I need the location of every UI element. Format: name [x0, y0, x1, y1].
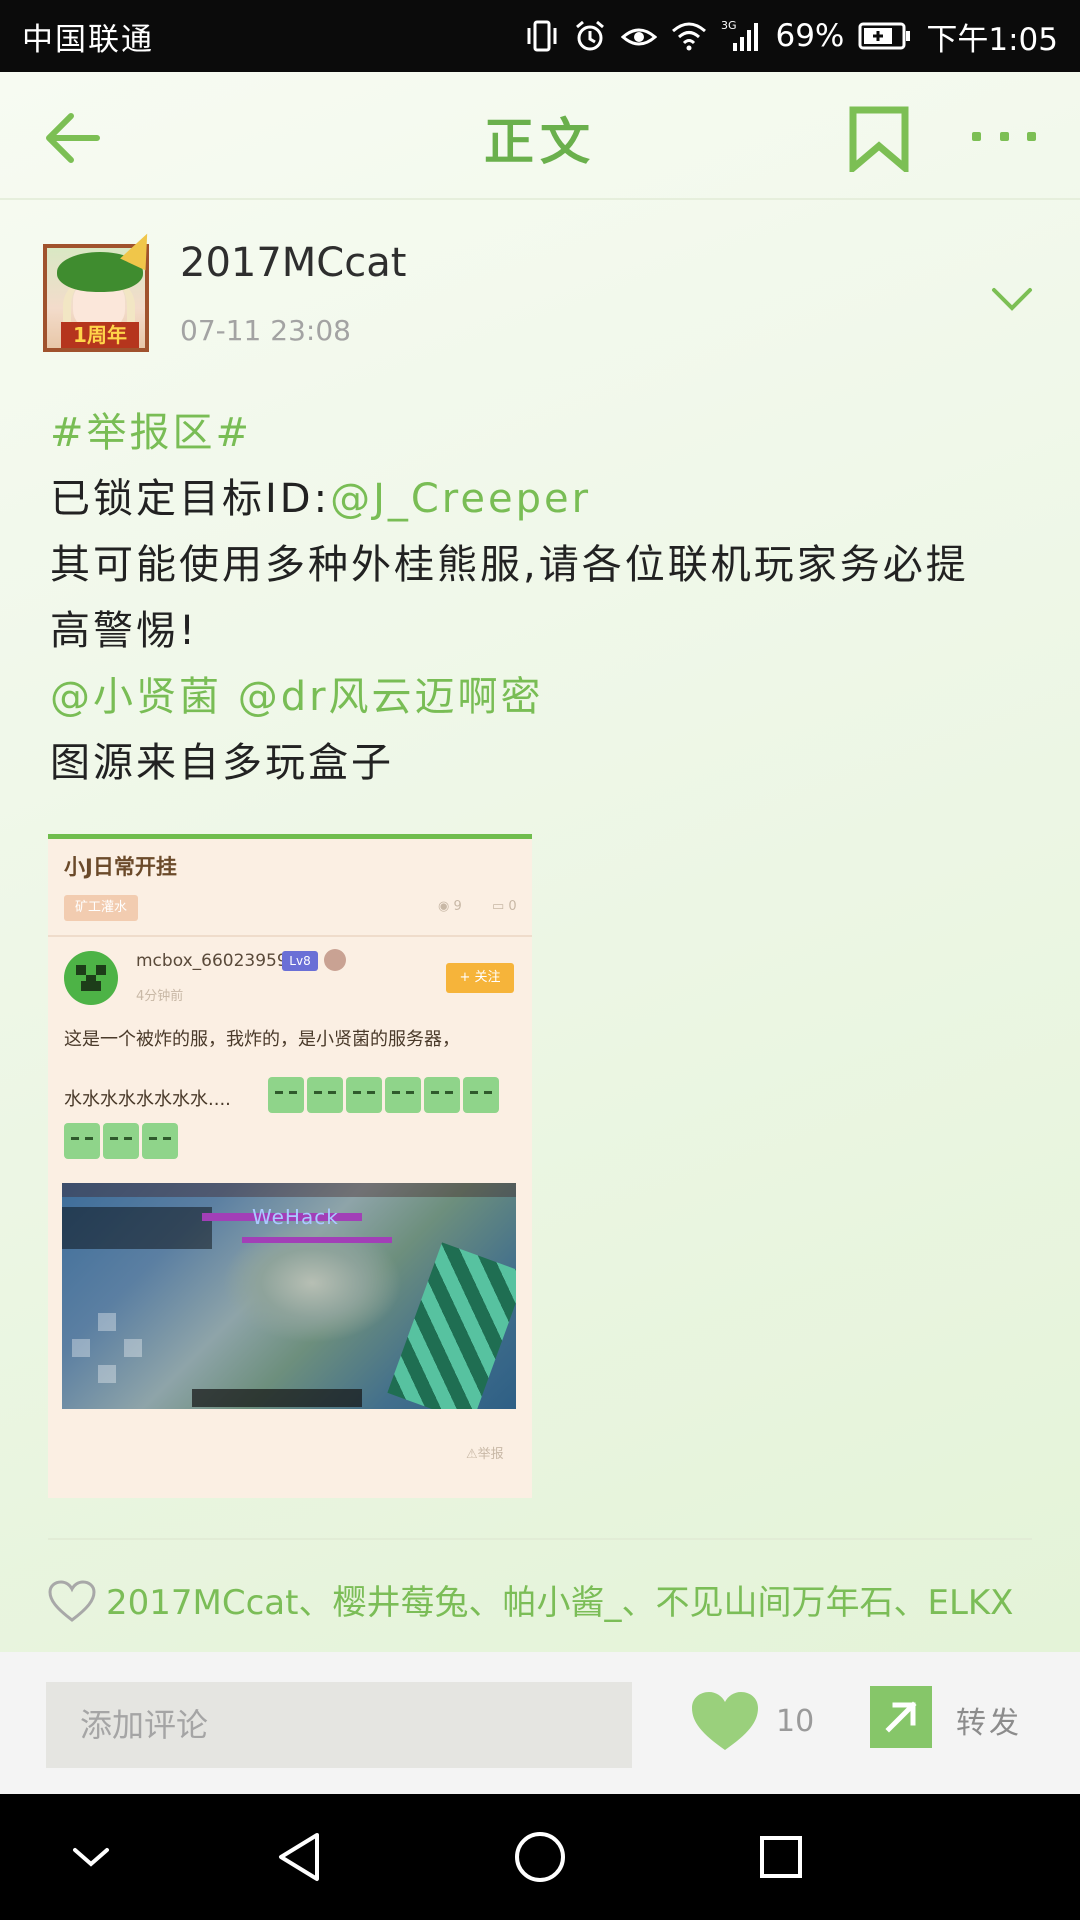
emoticon-icon	[64, 1123, 100, 1159]
game-hack-label: WeHack	[252, 1205, 339, 1229]
topic-tag[interactable]: #举报区#	[50, 400, 1040, 466]
share-button[interactable]: 转发	[870, 1686, 1050, 1756]
chevron-down-icon	[73, 1848, 109, 1867]
post-text: 图源来自多玩盒子	[50, 740, 394, 786]
battery-icon	[858, 16, 912, 56]
page-title: 正文	[484, 113, 596, 171]
emoticon-icon	[268, 1077, 304, 1113]
post-text: 已锁定目标ID:	[50, 476, 331, 522]
emoticon-icon	[346, 1077, 382, 1113]
image-rank-icon	[324, 949, 346, 971]
square-recents-icon	[760, 1836, 802, 1878]
creeper-avatar-icon	[64, 951, 118, 1005]
image-post-title: 小J日常开挂	[64, 855, 177, 879]
share-arrow-icon	[870, 1686, 932, 1748]
system-recents-button[interactable]	[748, 1824, 814, 1890]
image-text: 水水水水水水水水....	[64, 1089, 231, 1110]
battery-percent: 69%	[775, 18, 845, 54]
triangle-back-icon	[279, 1833, 319, 1881]
like-button[interactable]: 10	[690, 1690, 840, 1760]
image-level-badge: Lv8	[282, 951, 318, 971]
bookmark-button[interactable]	[848, 106, 910, 176]
post-timestamp: 07-11 23:08	[180, 314, 351, 347]
image-text: 这是一个被炸的服，我炸的，是小贤菌的服务器，	[64, 1029, 460, 1050]
top-nav-bar: 正文	[0, 72, 1080, 200]
post-line: 已锁定目标ID:@J_Creeper	[50, 466, 1040, 532]
status-icons: 3G 69% 下午1:05	[525, 14, 1058, 59]
author-name[interactable]: 2017MCcat	[180, 240, 406, 286]
eye-comfort-icon	[621, 16, 658, 56]
emoticon-icon	[142, 1123, 178, 1159]
image-comment-count: 0	[508, 899, 517, 914]
image-follow-button: + 关注	[446, 963, 514, 993]
signal-icon: 3G	[721, 16, 761, 56]
emoticon-icon	[103, 1123, 139, 1159]
expand-menu-button[interactable]	[990, 284, 1034, 314]
section-divider	[48, 1538, 1032, 1540]
emoticon-icon	[424, 1077, 460, 1113]
emoticon-icon	[307, 1077, 343, 1113]
image-divider	[48, 935, 532, 937]
carrier-label: 中国联通	[22, 21, 154, 58]
likes-row[interactable]: 2017MCcat、樱井莓兔、帕小酱_、不见山间万年石、ELKX	[48, 1578, 1048, 1648]
mention-links[interactable]: @小贤菌 @dr风云迈啊密	[50, 664, 1040, 730]
status-bar: 中国联通 3G 69% 下午1:05	[0, 0, 1080, 72]
like-count: 10	[776, 1704, 815, 1739]
more-options-button[interactable]	[972, 116, 1036, 156]
image-comments: ▭ 0	[492, 899, 517, 914]
post-content: #举报区# 已锁定目标ID:@J_Creeper 其可能使用多种外桂熊服,请各位…	[50, 400, 1040, 796]
image-views: ◉ 9	[438, 899, 462, 914]
hide-nav-button[interactable]	[58, 1824, 124, 1890]
author-avatar[interactable]: 1周年	[40, 227, 160, 356]
heart-icon	[692, 1692, 758, 1750]
system-home-button[interactable]	[507, 1824, 573, 1890]
liker-names[interactable]: 2017MCcat、樱井莓兔、帕小酱_、不见山间万年石、ELKX	[106, 1578, 1013, 1628]
image-username: mcbox_66023959	[136, 951, 288, 971]
post-text: 其可能使用多种外桂熊服,请各位联机玩家务必提	[50, 542, 969, 588]
post-image[interactable]: 小J日常开挂 矿工灌水 ◉ 9 ▭ 0 mcbox_66023959 Lv8 4…	[48, 834, 532, 1498]
more-dot-icon	[999, 131, 1009, 141]
comment-input[interactable]	[46, 1682, 632, 1768]
system-back-button[interactable]	[266, 1824, 332, 1890]
share-label: 转发	[956, 1706, 1022, 1741]
clock: 下午1:05	[926, 21, 1058, 58]
circle-home-icon	[515, 1832, 565, 1882]
alarm-icon	[573, 16, 607, 56]
bookmark-icon	[849, 106, 909, 176]
network-type-label: 3G	[721, 19, 737, 32]
dpad-icon	[72, 1313, 142, 1383]
image-report-label: ⚠举报	[466, 1447, 504, 1462]
bottom-action-bar: 10 转发	[0, 1652, 1080, 1794]
more-dot-icon	[972, 131, 981, 141]
heart-outline-icon	[48, 1580, 96, 1622]
image-tag-badge: 矿工灌水	[64, 895, 138, 921]
chevron-down-icon	[992, 288, 1032, 311]
image-post-age: 4分钟前	[136, 989, 184, 1004]
more-dot-icon	[1027, 131, 1036, 141]
anniversary-badge: 1周年	[61, 322, 139, 348]
vibrate-icon	[525, 16, 559, 56]
mention-link[interactable]: @J_Creeper	[330, 476, 591, 522]
emoticon-icon	[385, 1077, 421, 1113]
post-text: 高警惕!	[50, 608, 199, 654]
system-nav-bar	[0, 1794, 1080, 1920]
game-screenshot: WeHack	[62, 1183, 516, 1409]
emoticon-icon	[463, 1077, 499, 1113]
wifi-icon	[671, 16, 707, 56]
image-view-count: 9	[453, 899, 462, 914]
